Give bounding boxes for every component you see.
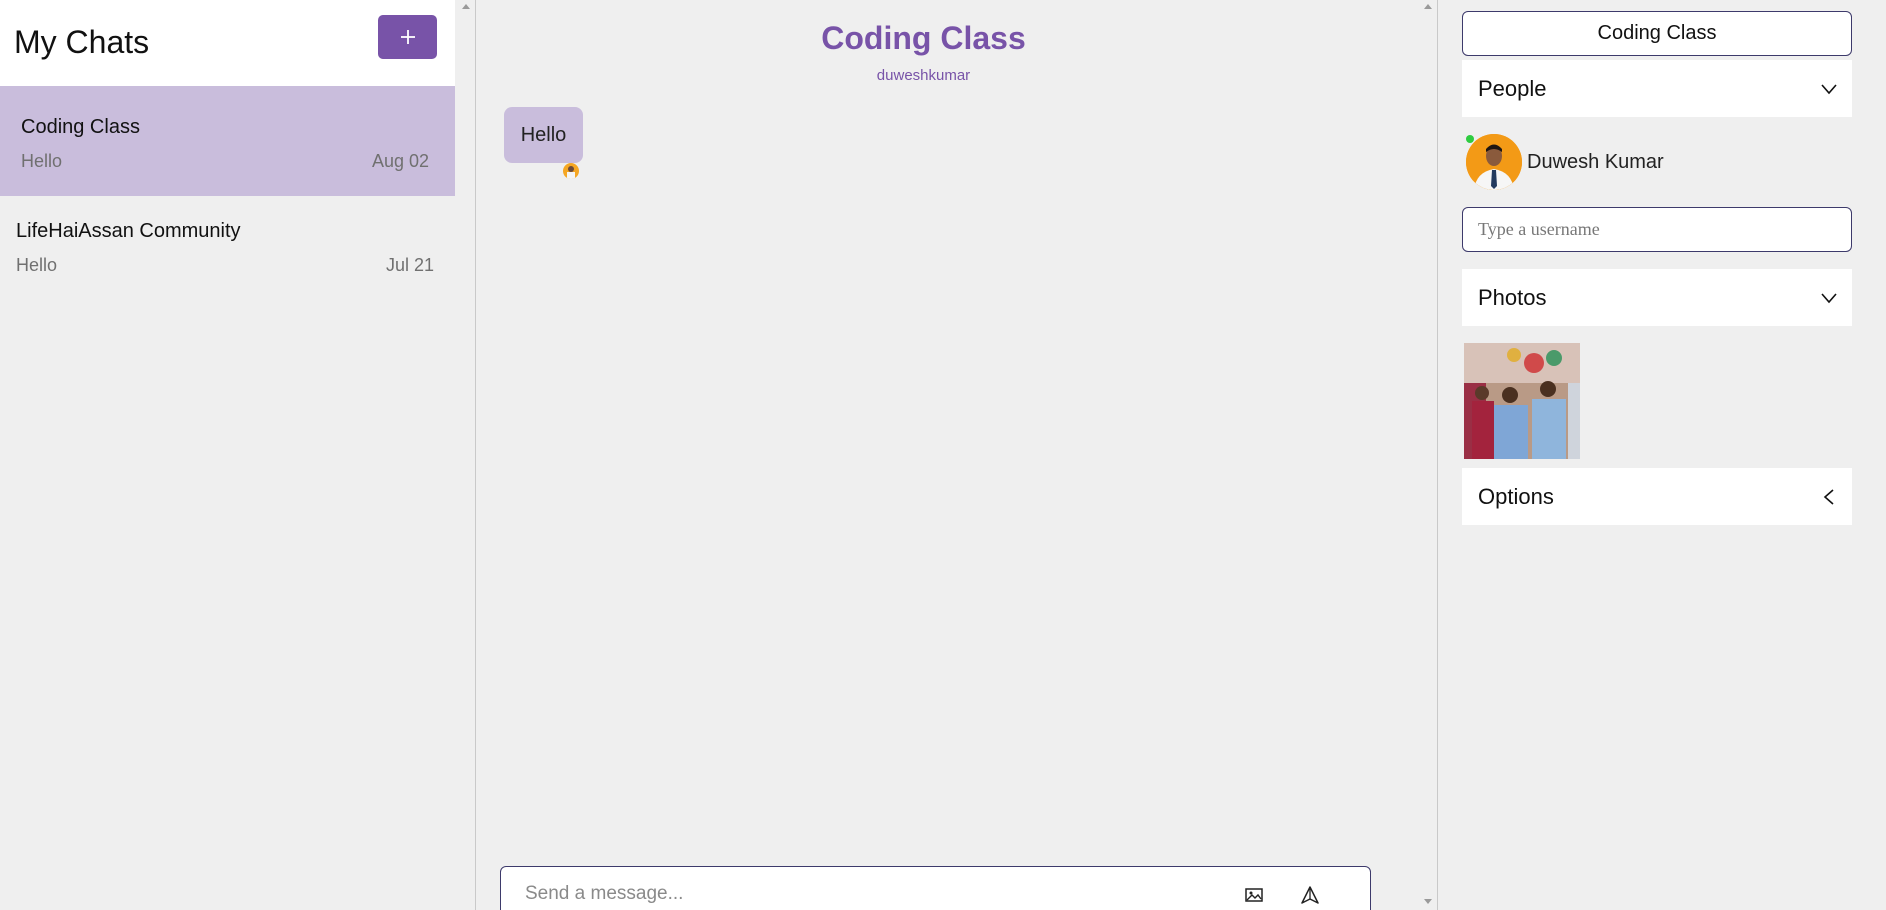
chat-subtitle: duweshkumar	[876, 67, 971, 84]
chat-item-date: Jul 21	[385, 255, 434, 275]
chat-item-name: LifeHaiAssan Community	[16, 220, 241, 242]
chat-item-coding-class[interactable]: Coding Class Hello Aug 02	[0, 86, 455, 196]
photos-section-title: Photos	[1478, 285, 1547, 310]
options-section-title: Options	[1478, 484, 1554, 509]
message-composer	[500, 866, 1371, 910]
chat-list-panel: My Chats Coding Class Hello Aug 02 LifeH…	[0, 0, 476, 910]
chat-settings-panel: Coding Class People Duwesh Kumar Photos	[1438, 0, 1886, 910]
new-chat-button[interactable]	[378, 15, 437, 59]
chat-feed-scrollbar[interactable]	[1419, 0, 1438, 910]
options-section-header[interactable]: Options	[1462, 468, 1852, 525]
photos-section-header[interactable]: Photos	[1462, 269, 1852, 326]
people-section-header[interactable]: People	[1462, 60, 1852, 117]
people-section-title: People	[1478, 76, 1547, 101]
person-name: Duwesh Kumar	[1527, 151, 1664, 173]
chat-item-date: Aug 02	[371, 151, 429, 171]
group-name-field[interactable]: Coding Class	[1462, 11, 1852, 56]
chevron-down-icon	[1821, 84, 1837, 95]
send-icon[interactable]	[1299, 884, 1321, 906]
plus-icon	[400, 30, 415, 44]
chat-list-header: My Chats	[0, 0, 455, 86]
chevron-down-icon	[1821, 293, 1837, 304]
chat-title: Coding Class	[821, 20, 1026, 56]
chevron-left-icon	[1823, 489, 1834, 505]
message-input[interactable]	[525, 883, 1175, 905]
shared-photo-thumbnail[interactable]	[1464, 343, 1580, 459]
username-search-input[interactable]	[1462, 207, 1852, 252]
read-receipt-avatar	[563, 163, 579, 179]
chat-list-title: My Chats	[14, 24, 150, 60]
scroll-down-arrow-icon[interactable]	[1424, 899, 1432, 904]
online-status-indicator	[1466, 135, 1474, 143]
chat-feed-panel: Coding Class duweshkumar Hello	[476, 0, 1438, 910]
message-bubble: Hello	[504, 107, 583, 163]
chat-item-last-message: Hello	[16, 255, 58, 275]
chat-item-last-message: Hello	[21, 151, 63, 171]
scroll-up-arrow-icon[interactable]	[1424, 4, 1432, 9]
chat-list-scrollbar[interactable]	[457, 0, 476, 910]
image-icon[interactable]	[1243, 884, 1265, 906]
chat-item-lifehaiassan-community[interactable]: LifeHaiAssan Community Hello Jul 21	[0, 196, 455, 296]
chat-item-name: Coding Class	[21, 116, 140, 138]
avatar	[1466, 134, 1522, 190]
scroll-up-arrow-icon[interactable]	[462, 4, 470, 9]
